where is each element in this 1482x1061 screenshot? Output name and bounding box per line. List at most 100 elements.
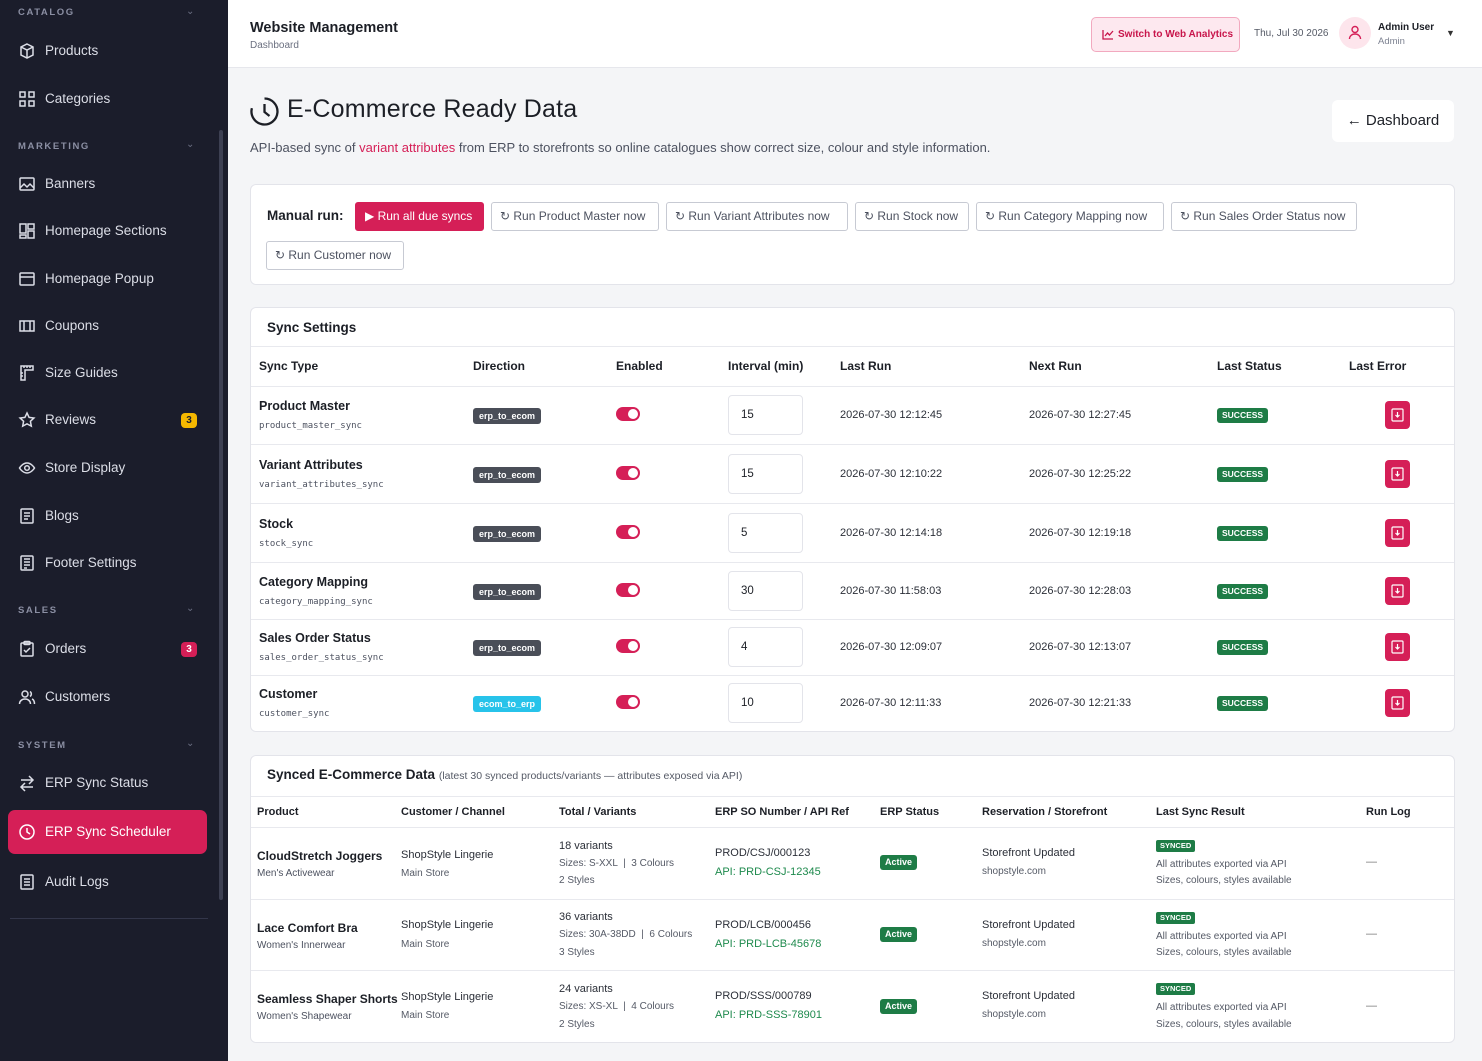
interval-input[interactable]: 10 (728, 683, 803, 723)
switch-analytics-label: Switch to Web Analytics (1118, 29, 1234, 40)
chevron-down-icon[interactable]: ⌄ (186, 139, 194, 150)
section-system: SYSTEM (18, 740, 67, 751)
sidebar-item-customers[interactable]: Customers (8, 675, 207, 719)
description-text: from ERP to storefronts so online catalo… (455, 140, 991, 155)
status-badge: SUCCESS (1217, 584, 1269, 599)
column-header: Interval (min) (728, 359, 804, 373)
run-category-mapping-button[interactable]: ↻ Run Category Mapping now (976, 202, 1164, 231)
view-error-button[interactable] (1385, 519, 1410, 547)
page-description: API-based sync of variant attributes fro… (250, 140, 990, 155)
store-name: Main Store (401, 1010, 450, 1021)
enabled-toggle[interactable] (616, 583, 640, 597)
storefront-domain: shopstyle.com (982, 866, 1046, 877)
sidebar-item-homepage-sections[interactable]: Homepage Sections (8, 209, 207, 253)
refresh-icon: ↻ (1180, 209, 1194, 223)
view-error-button[interactable] (1385, 689, 1410, 717)
variant-styles: 2 Styles (559, 875, 595, 886)
chevron-down-icon[interactable]: ⌄ (186, 6, 194, 17)
run-sales-order-status-button[interactable]: ↻ Run Sales Order Status now (1171, 202, 1357, 231)
sidebar-item-products[interactable]: Products (8, 29, 207, 73)
run-product-master-button[interactable]: ↻ Run Product Master now (491, 202, 659, 231)
sidebar-scrollbar[interactable] (219, 130, 223, 900)
sidebar-item-store-display[interactable]: Store Display (8, 446, 207, 490)
enabled-toggle[interactable] (616, 695, 640, 709)
divider (251, 562, 1454, 563)
last-run: 2026-07-30 12:14:18 (840, 527, 943, 539)
play-icon: ▶ (365, 209, 378, 223)
product-name[interactable]: Lace Comfort Bra (257, 921, 358, 935)
interval-input[interactable]: 30 (728, 571, 803, 611)
run-customer-button[interactable]: ↻ Run Customer now (266, 241, 404, 270)
last-run: 2026-07-30 12:11:33 (840, 697, 942, 709)
sidebar-item-erp-sync-status[interactable]: ERP Sync Status (8, 761, 207, 805)
interval-input[interactable]: 5 (728, 513, 803, 553)
column-header: Sync Type (259, 359, 319, 373)
sync-result-line: Sizes, colours, styles available (1156, 875, 1292, 886)
section-marketing: MARKETING (18, 141, 90, 152)
sidebar-item-blogs[interactable]: Blogs (8, 494, 207, 538)
sidebar-item-coupons[interactable]: Coupons (8, 304, 207, 348)
section-sales: SALES (18, 605, 58, 616)
api-ref: API: PRD-LCB-45678 (715, 938, 822, 950)
divider (251, 503, 1454, 504)
run-variant-attributes-button[interactable]: ↻ Run Variant Attributes now (666, 202, 848, 231)
image-icon (19, 177, 35, 191)
sidebar-item-erp-sync-scheduler[interactable]: ERP Sync Scheduler (8, 810, 207, 854)
sidebar-item-banners[interactable]: Banners (8, 162, 207, 206)
variant-count: 36 variants (559, 911, 613, 923)
status-badge: SUCCESS (1217, 696, 1269, 711)
sidebar-item-size-guides[interactable]: Size Guides (8, 351, 207, 395)
view-error-button[interactable] (1385, 460, 1410, 488)
reservation-status: Storefront Updated (982, 847, 1075, 859)
enabled-toggle[interactable] (616, 407, 640, 421)
status-badge: SUCCESS (1217, 640, 1269, 655)
back-to-dashboard-button[interactable]: ← Dashboard (1332, 100, 1454, 142)
top-bar: Website Management Dashboard Switch to W… (228, 0, 1482, 68)
clipboard-icon (20, 640, 34, 657)
user-name[interactable]: Admin User (1378, 22, 1434, 33)
chevron-down-icon[interactable]: ⌄ (186, 738, 194, 749)
caret-down-icon[interactable]: ▼ (1446, 28, 1455, 38)
sync-result-badge: SYNCED (1156, 983, 1196, 995)
sidebar-item-footer-settings[interactable]: Footer Settings (8, 541, 207, 585)
column-header: Enabled (616, 359, 663, 373)
product-name[interactable]: Seamless Shaper Shorts (257, 992, 398, 1006)
sidebar-item-audit-logs[interactable]: Audit Logs (8, 860, 207, 904)
sync-type-name: Product Master (259, 399, 350, 413)
next-run: 2026-07-30 12:21:33 (1029, 697, 1132, 709)
sync-type-code: customer_sync (259, 709, 330, 719)
avatar[interactable] (1339, 17, 1371, 49)
divider (251, 346, 1454, 347)
run-all-due-syncs-button[interactable]: ▶ Run all due syncs (355, 202, 484, 231)
sidebar-item-orders[interactable]: Orders 3 (8, 627, 207, 671)
api-ref: API: PRD-SSS-78901 (715, 1009, 822, 1021)
star-icon (18, 411, 36, 428)
interval-input[interactable]: 4 (728, 627, 803, 667)
divider (251, 444, 1454, 445)
sidebar-item-reviews[interactable]: Reviews 3 (8, 398, 207, 442)
status-badge: SUCCESS (1217, 408, 1269, 423)
interval-input[interactable]: 15 (728, 395, 803, 435)
divider (251, 796, 1454, 797)
enabled-toggle[interactable] (616, 466, 640, 480)
sidebar-item-label: ERP Sync Status (45, 775, 149, 790)
switch-analytics-button[interactable]: Switch to Web Analytics (1091, 17, 1240, 52)
sidebar-item-label: Categories (45, 91, 111, 106)
next-run: 2026-07-30 12:27:45 (1029, 409, 1132, 421)
variant-count: 18 variants (559, 840, 613, 852)
product-name[interactable]: CloudStretch Joggers (257, 849, 382, 863)
view-error-button[interactable] (1385, 577, 1410, 605)
box-icon (20, 43, 34, 59)
enabled-toggle[interactable] (616, 525, 640, 539)
description-highlight[interactable]: variant attributes (359, 140, 455, 155)
sidebar-item-label: Products (45, 43, 99, 58)
view-error-button[interactable] (1385, 401, 1410, 429)
sidebar-item-categories[interactable]: Categories (8, 77, 207, 121)
run-stock-button[interactable]: ↻ Run Stock now (855, 202, 969, 231)
enabled-toggle[interactable] (616, 639, 640, 653)
last-run: 2026-07-30 12:10:22 (840, 468, 943, 480)
chevron-down-icon[interactable]: ⌄ (186, 603, 194, 614)
sidebar-item-homepage-popup[interactable]: Homepage Popup (8, 257, 207, 301)
view-error-button[interactable] (1385, 633, 1410, 661)
interval-input[interactable]: 15 (728, 454, 803, 494)
